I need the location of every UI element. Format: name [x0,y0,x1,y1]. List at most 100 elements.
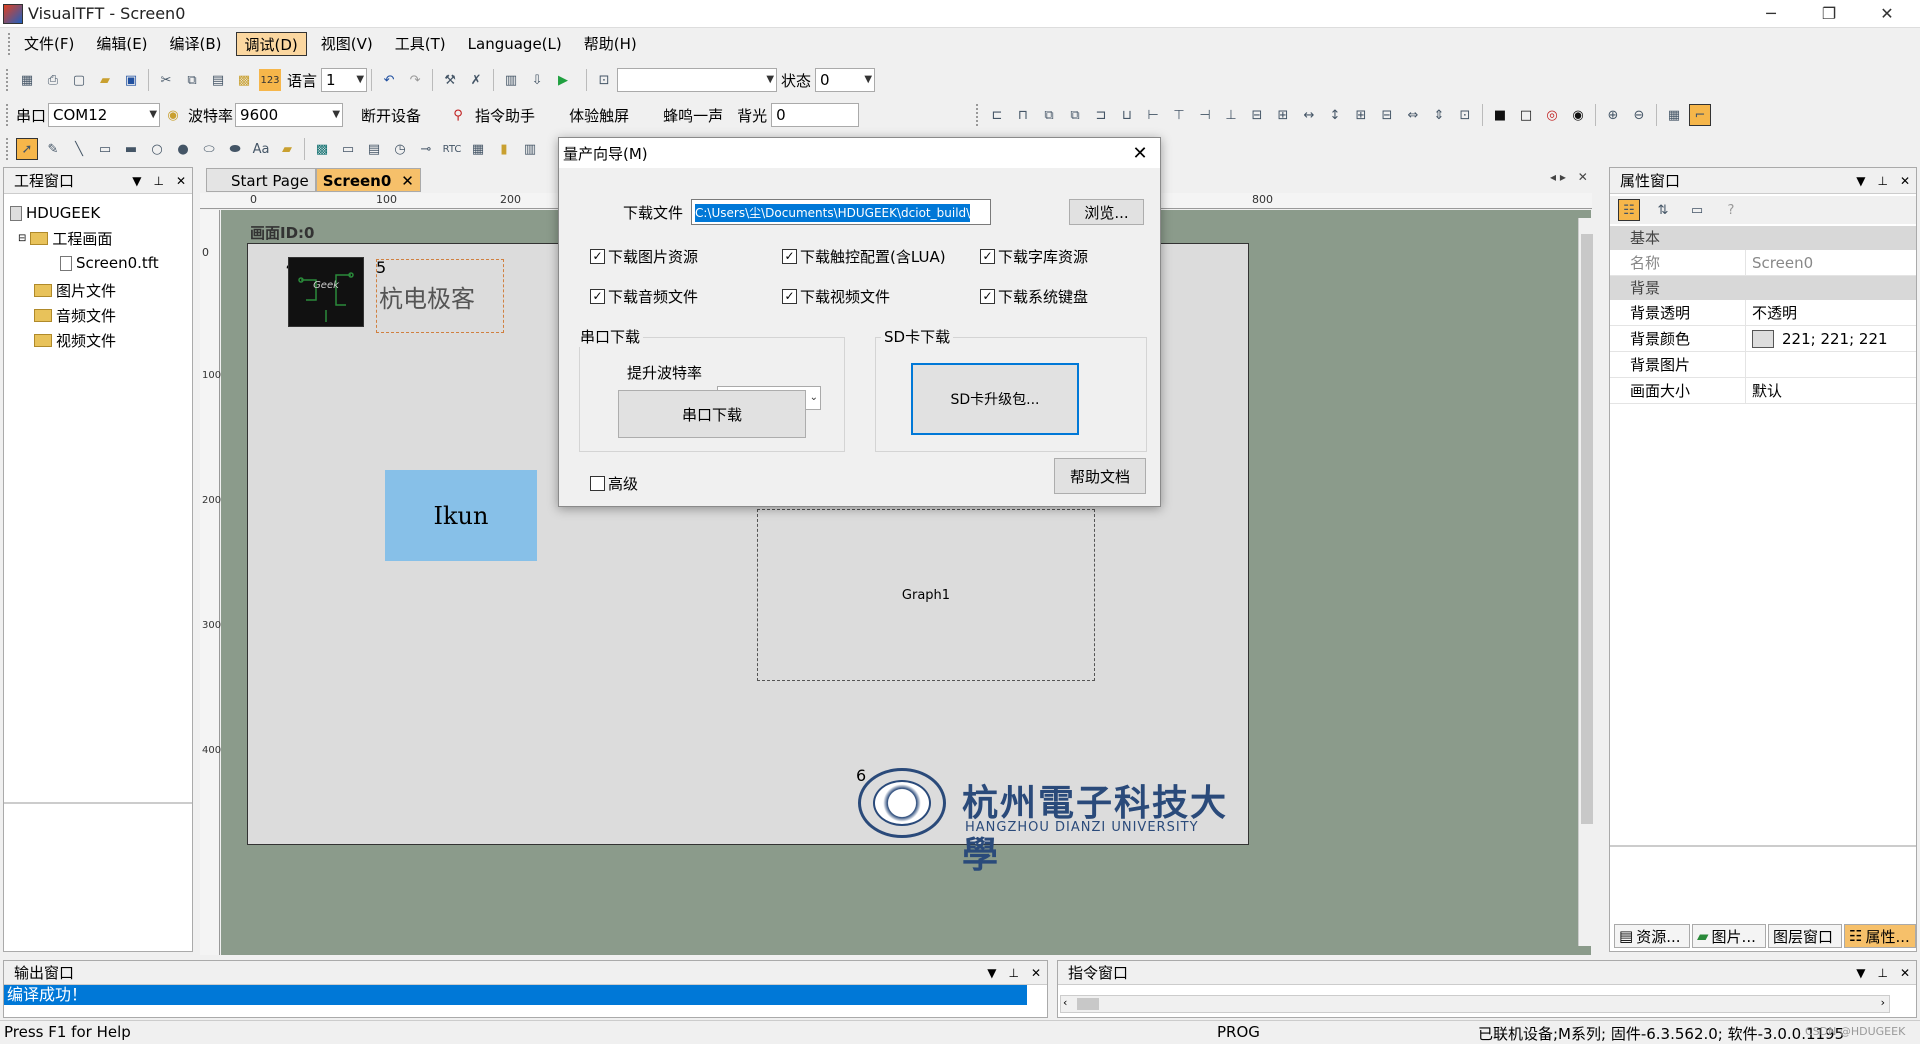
ruler-icon[interactable]: ⌐ [1689,104,1711,126]
zoom-in-icon[interactable]: ⊕ [1602,104,1624,126]
tree-root[interactable]: HDUGEEK [10,204,100,222]
progress-control-icon[interactable]: ▤ [363,138,385,160]
icon-control-icon[interactable]: ▮ [493,138,515,160]
tree-video-folder[interactable]: 视频文件 [34,330,116,351]
send-back-icon[interactable]: ⧉ [1064,104,1086,126]
touch-test-button[interactable]: 体验触屏 [569,105,629,126]
bring-front-icon[interactable]: ⧉ [1038,104,1060,126]
tools-icon[interactable]: ✗ [465,69,487,91]
sort-alpha-icon[interactable]: ⇅ [1652,199,1674,221]
chevron-right-icon[interactable]: › [1881,996,1885,1009]
dropdown-icon[interactable]: ▼ [1856,174,1865,188]
tab-screen0[interactable]: Screen0 ✕ [315,168,421,192]
property-pages-icon[interactable]: ▭ [1686,199,1708,221]
compile-icon[interactable]: ⚒ [439,69,461,91]
lock-icon[interactable]: ▩ [233,69,255,91]
minimize-button[interactable]: ─ [1742,0,1800,28]
baud-select[interactable]: 9600 ▼ [235,103,344,127]
check-images[interactable]: ✓ 下载图片资源 [590,246,698,267]
dropdown-icon[interactable]: ▼ [987,966,996,980]
graph-control-icon[interactable]: ▥ [519,138,541,160]
close-icon[interactable]: ✕ [1900,966,1910,980]
dropdown-icon[interactable]: ▼ [1856,966,1865,980]
close-icon[interactable]: ✕ [1578,170,1588,184]
filled-ellipse-icon[interactable]: ⬬ [224,138,246,160]
pin-icon[interactable]: ⊥ [1008,966,1018,980]
chevron-left-icon[interactable]: ◂ [1550,170,1556,184]
align-bottom-icon[interactable]: ⊔ [1116,104,1138,126]
prop-bg-transparent[interactable]: 背景透明 不透明 [1610,300,1916,326]
file-path-input[interactable]: C:\Users\尘\Documents\HDUGEEK\dciot_build… [691,199,991,225]
image-icon[interactable]: ▰ [276,138,298,160]
backlight-input[interactable]: 0 [771,103,860,127]
disconnect-button[interactable]: 断开设备 [361,105,421,126]
serial-download-button[interactable]: 串口下载 [618,390,806,438]
prop-category-bg[interactable]: 背景 [1610,276,1916,300]
help-doc-button[interactable]: 帮助文档 [1054,458,1146,494]
center-v-icon[interactable]: ⊟ [1376,104,1398,126]
new-project-icon[interactable]: ▦ [16,69,38,91]
tab-images[interactable]: ▰ 图片... [1692,924,1766,948]
rectangle-icon[interactable]: ▭ [94,138,116,160]
close-icon[interactable]: ✕ [176,174,186,188]
align-bottom-edge-icon[interactable]: ⊥ [1220,104,1242,126]
fit-icon[interactable]: ⊡ [1454,104,1476,126]
close-icon[interactable]: ✕ [401,169,414,191]
space-h-icon[interactable]: ↔ [1298,104,1320,126]
pin-icon[interactable]: ⊥ [1877,966,1887,980]
tree-audio-folder[interactable]: 音频文件 [34,305,116,326]
text-control-5[interactable]: 杭电极客 [376,259,504,333]
paste-icon[interactable]: ▤ [207,69,229,91]
menu-file[interactable]: 文件(F) [16,32,82,56]
prop-screen-size[interactable]: 画面大小 默认 [1610,378,1916,404]
prop-category-basic[interactable]: 基本 [1610,226,1916,250]
dropdown-icon[interactable]: ▼ [132,174,141,188]
stretch-h-icon[interactable]: ⇔ [1402,104,1424,126]
menu-tools[interactable]: 工具(T) [387,32,454,56]
close-icon[interactable]: ✕ [1900,174,1910,188]
language-select[interactable]: 1 ▼ [321,68,368,92]
open-folder-icon[interactable]: ▰ [94,69,116,91]
tab-layers[interactable]: 图层窗口 [1768,924,1842,948]
menu-view[interactable]: 视图(V) [313,32,381,56]
align-right-edge-icon[interactable]: ⊣ [1194,104,1216,126]
cmd-helper-button[interactable]: 指令助手 [475,105,535,126]
meter-control-icon[interactable]: ◷ [389,138,411,160]
run-icon[interactable]: ▶ [552,69,574,91]
prop-name[interactable]: 名称 Screen0 [1610,250,1916,276]
tree-screens-folder[interactable]: ⊟ 工程画面 [18,228,112,249]
tree-images-folder[interactable]: 图片文件 [34,280,116,301]
number-icon[interactable]: 123 [259,69,281,91]
panel-splitter[interactable] [4,802,192,804]
tab-resources[interactable]: ▤ 资源... [1614,924,1690,948]
panel-splitter[interactable] [1610,845,1916,847]
stretch-v-icon[interactable]: ⇕ [1428,104,1450,126]
download-icon[interactable]: ⇩ [526,69,548,91]
port-select[interactable]: COM12 ▼ [48,103,161,127]
unlock-icon[interactable]: □ [1515,104,1537,126]
tree-screen-file[interactable]: Screen0.tft [60,254,159,272]
simulator-icon[interactable]: ▥ [500,69,522,91]
state-select[interactable]: 0 ▼ [815,68,876,92]
graph-control[interactable]: Graph1 [757,509,1095,681]
categorized-icon[interactable]: ☷ [1618,199,1640,221]
scrollbar-thumb[interactable] [1077,998,1099,1010]
vertical-scrollbar[interactable] [1578,218,1594,946]
zoom-out-icon[interactable]: ⊖ [1628,104,1650,126]
eye-icon[interactable]: ◉ [1567,104,1589,126]
button-control-icon[interactable]: ▩ [311,138,333,160]
text-tool-icon[interactable]: Aa [250,138,272,160]
prop-bg-color[interactable]: 背景颜色 221; 221; 221 [1610,326,1916,352]
check-advanced[interactable]: 高级 [590,473,638,494]
menu-language[interactable]: Language(L) [460,32,570,56]
pointer-icon[interactable]: ➚ [16,138,38,160]
textbox-control-icon[interactable]: ▭ [337,138,359,160]
same-width-icon[interactable]: ⊟ [1246,104,1268,126]
zoom-window-icon[interactable]: ⊡ [593,69,615,91]
browse-button[interactable]: 浏览... [1069,199,1144,225]
close-window-button[interactable]: ✕ [1858,0,1916,28]
geek-logo-image[interactable]: Geek [288,257,364,327]
menu-help[interactable]: 帮助(H) [576,32,645,56]
circle-icon[interactable]: ○ [146,138,168,160]
tab-start-page[interactable]: Start Page [206,168,316,192]
